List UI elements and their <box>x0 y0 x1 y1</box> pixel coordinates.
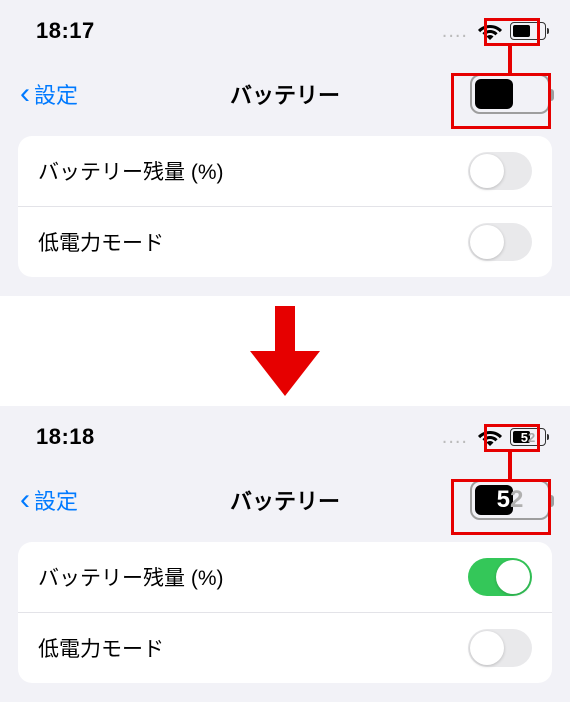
toggle-low-power-mode[interactable] <box>468 223 532 261</box>
toggle-battery-percentage[interactable] <box>468 558 532 596</box>
back-label: 設定 <box>34 484 78 516</box>
row-label: 低電力モード <box>38 227 164 257</box>
row-battery-percentage[interactable]: バッテリー残量 (%) <box>18 136 552 206</box>
arrow-divider <box>0 296 570 406</box>
nav-bar: ‹ 設定 バッテリー 52 <box>0 462 570 542</box>
status-right: .... <box>442 20 546 43</box>
battery-percent-text: 52 <box>472 488 548 512</box>
toggle-battery-percentage[interactable] <box>468 152 532 190</box>
battery-status-icon <box>510 22 546 40</box>
nav-bar: ‹ 設定 バッテリー <box>0 56 570 136</box>
battery-status-icon: 52 <box>510 428 546 446</box>
status-bar: 18:18 .... 52 <box>0 406 570 462</box>
row-label: バッテリー残量 (%) <box>38 156 224 186</box>
time: 18:17 <box>36 18 95 44</box>
battery-large-icon: 52 <box>470 480 550 520</box>
time: 18:18 <box>36 424 95 450</box>
chevron-left-icon: ‹ <box>20 485 30 515</box>
settings-list: バッテリー残量 (%) 低電力モード <box>18 136 552 277</box>
battery-fill <box>513 25 530 37</box>
battery-percent-text: 52 <box>511 431 545 444</box>
more-dots-icon: .... <box>442 426 468 449</box>
toggle-low-power-mode[interactable] <box>468 629 532 667</box>
back-label: 設定 <box>34 78 78 110</box>
back-button[interactable]: ‹ 設定 <box>20 484 78 516</box>
wifi-icon <box>478 22 502 40</box>
wifi-icon <box>478 428 502 446</box>
screen-before: 18:17 .... ‹ 設定 バッテリー バッテリー残量 (%) 低電力モード <box>0 0 570 296</box>
battery-fill <box>475 79 513 109</box>
row-label: 低電力モード <box>38 633 164 663</box>
back-button[interactable]: ‹ 設定 <box>20 78 78 110</box>
row-battery-percentage[interactable]: バッテリー残量 (%) <box>18 542 552 612</box>
screen-after: 18:18 .... 52 ‹ 設定 バッテリー 52 バッテリー残量 (%) <box>0 406 570 702</box>
row-low-power-mode[interactable]: 低電力モード <box>18 206 552 277</box>
status-right: .... 52 <box>442 426 546 449</box>
row-label: バッテリー残量 (%) <box>38 562 224 592</box>
down-arrow-icon <box>250 306 320 396</box>
settings-list: バッテリー残量 (%) 低電力モード <box>18 542 552 683</box>
more-dots-icon: .... <box>442 20 468 43</box>
chevron-left-icon: ‹ <box>20 79 30 109</box>
row-low-power-mode[interactable]: 低電力モード <box>18 612 552 683</box>
battery-large-icon <box>470 74 550 114</box>
status-bar: 18:17 .... <box>0 0 570 56</box>
